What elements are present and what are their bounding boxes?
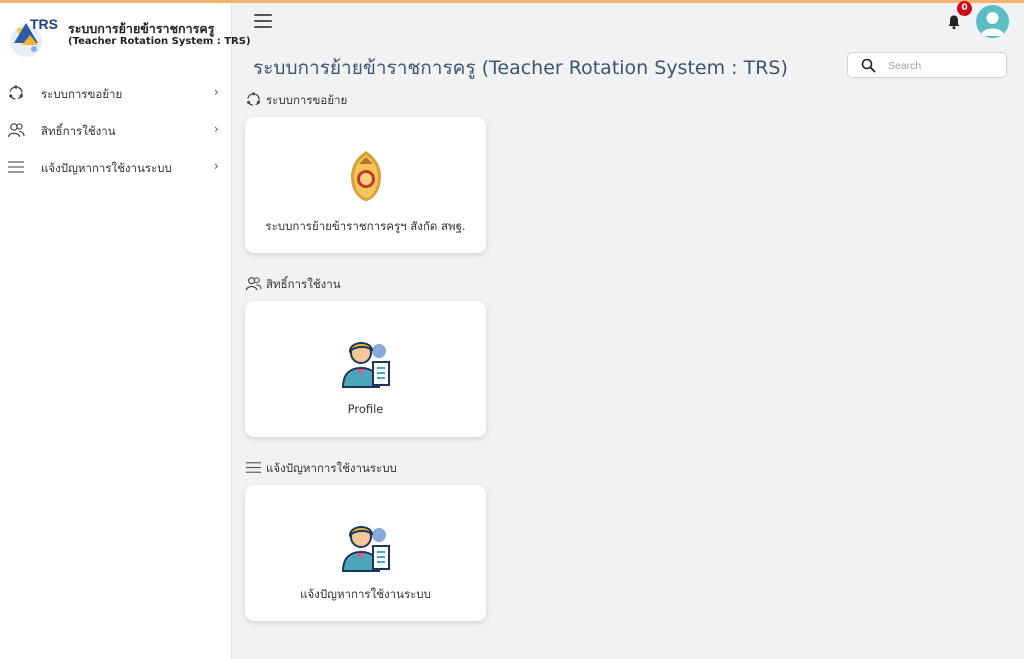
card-label: Profile [347,402,384,416]
card-transfer-system[interactable]: ระบบการย้ายข้าราชการครูฯ สังกัด สพฐ. [245,117,486,253]
card-profile[interactable]: Profile [245,301,486,437]
sidebar-item-label: แจ้งปัญหาการใช้งานระบบ [41,161,172,175]
card-label: ระบบการย้ายข้าราชการครูฯ สังกัด สพฐ. [265,219,466,233]
sidebar-item-transfer-request[interactable]: ระบบการขอย้าย › [0,75,232,112]
refresh-cycle-icon [247,92,260,106]
sidebar-item-report-problem[interactable]: แจ้งปัญหาการใช้งานระบบ › [0,149,232,186]
search-icon [861,58,876,73]
brand-subtitle: (Teacher Rotation System : TRS) [68,36,251,47]
users-icon [245,277,262,291]
chevron-right-icon: › [214,122,219,136]
ministry-emblem-icon [351,151,381,201]
page-title: ระบบการย้ายข้าราชการครู (Teacher Rotatio… [253,57,788,79]
card-report-problem[interactable]: แจ้งปัญหาการใช้งานระบบ [245,485,486,621]
bell-icon[interactable] [947,14,961,30]
trs-logo: TRS [10,16,58,57]
section-title: ระบบการขอย้าย [266,93,348,107]
sidebar-item-label: สิทธิ์การใช้งาน [41,124,116,138]
refresh-cycle-icon [9,85,23,100]
chevron-right-icon: › [214,159,219,173]
search-box[interactable] [847,52,1007,78]
svg-text:TRS: TRS [30,16,58,32]
search-input[interactable] [888,57,998,74]
sidebar-menu: ระบบการขอย้าย › สิทธิ์การใช้งาน › แจ้งปั… [0,75,232,186]
list-lines-icon [245,462,262,473]
sidebar-item-permissions[interactable]: สิทธิ์การใช้งาน › [0,112,232,149]
hamburger-menu-button[interactable] [254,14,272,30]
card-label: แจ้งปัญหาการใช้งานระบบ [300,587,431,601]
section-title: สิทธิ์การใช้งาน [266,277,341,291]
notification-badge: 0 [957,1,972,16]
list-lines-icon [8,161,24,173]
user-icon [981,12,1004,36]
users-icon [7,123,25,138]
chevron-right-icon: › [214,85,219,99]
sidebar-item-label: ระบบการขอย้าย [41,87,123,101]
section-title: แจ้งปัญหาการใช้งานระบบ [266,461,397,475]
user-profile-illustration-icon [341,342,390,388]
brand[interactable]: TRS ระบบการย้ายข้าราชการครู (Teacher Rot… [6,13,251,61]
avatar[interactable] [976,5,1009,38]
user-profile-illustration-icon [341,526,390,572]
sidebar: TRS ระบบการย้ายข้าราชการครู (Teacher Rot… [0,3,251,659]
